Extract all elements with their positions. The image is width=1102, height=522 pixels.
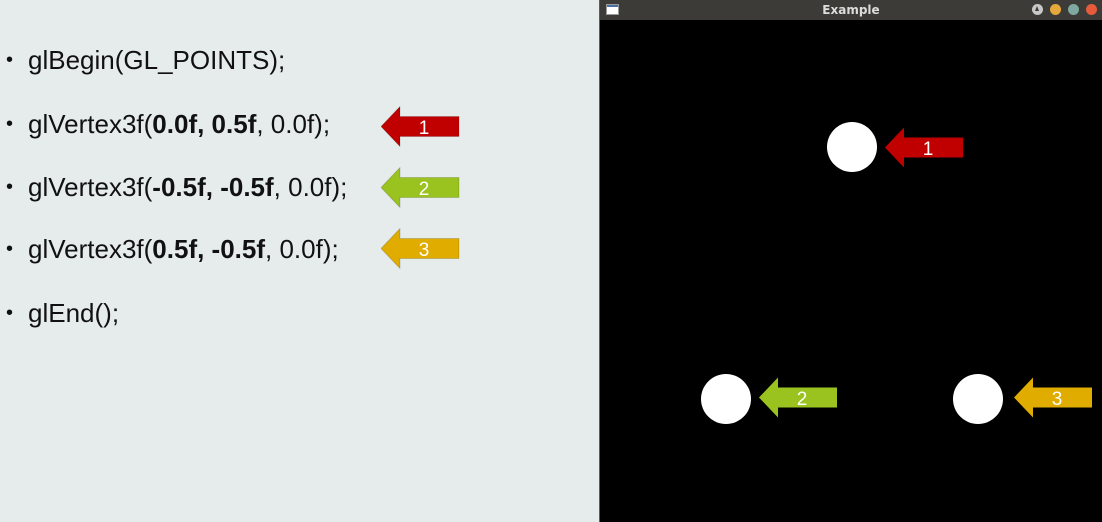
code-text: glBegin(GL_POINTS); (28, 44, 286, 75)
code-text-post: , 0.0f); (273, 171, 348, 202)
code-text: glEnd(); (28, 297, 120, 328)
arrow-label: 3 (1052, 389, 1063, 410)
code-text-bold: -0.5f, -0.5f (152, 171, 274, 202)
code-line-vertex-1: • glVertex3f(0.0f, 0.5f, 0.0f); (6, 107, 330, 141)
code-text-bold: 0.5f, -0.5f (152, 233, 266, 264)
window-titlebar[interactable]: Example (600, 0, 1102, 20)
gl-point-2 (701, 374, 751, 424)
bullet: • (6, 175, 14, 198)
arrow-left-icon: 1 (885, 127, 963, 168)
arrow-label: 1 (923, 139, 934, 160)
arrow-left-icon: 2 (759, 377, 837, 418)
code-text-pre: glVertex3f( (28, 171, 153, 202)
arrow-label: 2 (419, 179, 430, 200)
arrow-left-icon: 3 (1014, 377, 1092, 418)
code-line-vertex-3: • glVertex3f(0.5f, -0.5f, 0.0f); (6, 232, 339, 266)
code-text-post: , 0.0f); (265, 233, 339, 264)
code-text-bold: 0.0f, 0.5f (152, 108, 257, 139)
slide-panel: • glBegin(GL_POINTS); • glVertex3f(0.0f,… (0, 0, 599, 522)
code-text-pre: glVertex3f( (28, 233, 153, 264)
bullet: • (6, 301, 14, 324)
minimize-button[interactable] (1050, 4, 1061, 15)
code-line-end: • glEnd(); (6, 296, 119, 330)
gl-canvas[interactable]: 1 2 3 (600, 20, 1102, 522)
example-window: Example 1 2 3 (599, 0, 1102, 522)
arrow-up-icon[interactable] (1032, 4, 1043, 15)
arrow-left-icon: 3 (381, 228, 460, 269)
arrow-label: 1 (419, 118, 430, 139)
window-title: Example (822, 3, 880, 17)
bullet: • (6, 48, 14, 71)
gl-point-1 (827, 122, 877, 172)
arrow-left-icon: 2 (381, 167, 460, 208)
gl-point-3 (953, 374, 1003, 424)
arrow-left-icon: 1 (381, 106, 460, 147)
close-button[interactable] (1086, 4, 1097, 15)
code-text-post: , 0.0f); (256, 108, 331, 139)
bullet: • (6, 112, 14, 135)
arrow-label: 2 (797, 389, 808, 410)
arrow-label: 3 (419, 240, 430, 261)
code-line-begin: • glBegin(GL_POINTS); (6, 43, 285, 77)
maximize-button[interactable] (1068, 4, 1079, 15)
code-line-vertex-2: • glVertex3f(-0.5f, -0.5f, 0.0f); (6, 170, 347, 204)
code-text-pre: glVertex3f( (28, 108, 153, 139)
bullet: • (6, 237, 14, 260)
